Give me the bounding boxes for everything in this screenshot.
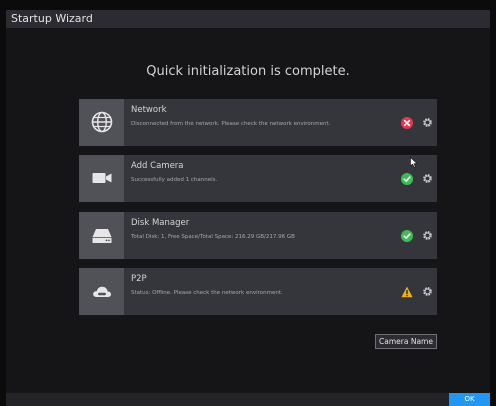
- camera-icon-box: [79, 155, 124, 202]
- ok-button[interactable]: OK: [449, 393, 490, 406]
- network-description: Disconnected from the network. Please ch…: [131, 121, 331, 127]
- bottom-bar: [6, 393, 490, 406]
- globe-icon: [91, 111, 113, 133]
- network-card: Network Disconnected from the network. P…: [79, 99, 437, 146]
- startup-wizard-window: Startup Wizard Quick initialization is c…: [6, 10, 490, 406]
- window-title: Startup Wizard: [11, 12, 93, 25]
- disk-manager-card: Disk Manager Total Disk: 1, Free Space/T…: [79, 212, 437, 259]
- p2p-description: Status: Offline. Please check the networ…: [131, 290, 283, 296]
- p2p-card: P2P Status: Offline. Please check the ne…: [79, 268, 437, 315]
- add-camera-description: Successfully added 1 channels.: [131, 177, 218, 183]
- title-bar: Startup Wizard: [6, 10, 490, 28]
- warning-status-icon: [401, 286, 413, 298]
- network-settings-gear-icon[interactable]: [422, 117, 433, 128]
- mouse-cursor-icon: [410, 157, 418, 168]
- hard-disk-icon: [92, 229, 112, 243]
- p2p-settings-gear-icon[interactable]: [422, 286, 433, 297]
- disk-manager-settings-gear-icon[interactable]: [422, 230, 433, 241]
- camera-icon: [92, 173, 112, 183]
- disk-manager-description: Total Disk: 1, Free Space/Total Space: 2…: [131, 234, 295, 240]
- disk-manager-title: Disk Manager: [131, 218, 190, 228]
- network-icon-box: [79, 99, 124, 146]
- error-status-icon: [401, 117, 413, 129]
- add-camera-settings-gear-icon[interactable]: [422, 173, 433, 184]
- cloud-icon: [93, 286, 112, 297]
- success-status-icon: [401, 173, 413, 185]
- page-heading: Quick initialization is complete.: [146, 64, 350, 79]
- network-title: Network: [131, 105, 167, 115]
- disk-icon-box: [79, 212, 124, 259]
- add-camera-title: Add Camera: [131, 161, 184, 171]
- p2p-title: P2P: [131, 274, 147, 284]
- camera-name-button[interactable]: Camera Name: [375, 334, 437, 349]
- add-camera-card: Add Camera Successfully added 1 channels…: [79, 155, 437, 202]
- success-status-icon: [401, 230, 413, 242]
- p2p-icon-box: [79, 268, 124, 315]
